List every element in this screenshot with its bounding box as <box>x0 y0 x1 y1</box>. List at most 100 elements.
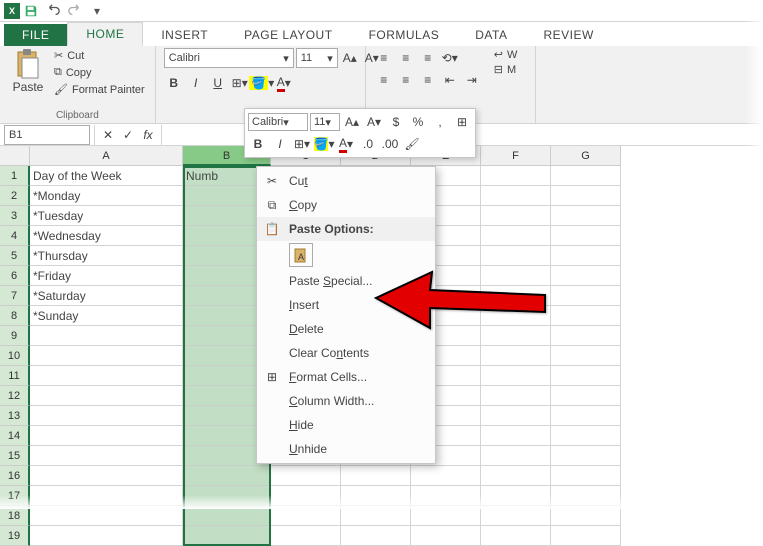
fx-icon[interactable]: fx <box>139 128 157 142</box>
cell-F18[interactable] <box>481 506 551 526</box>
cell-B18[interactable] <box>183 506 271 526</box>
cell-A11[interactable] <box>30 366 183 386</box>
cell-G1[interactable] <box>551 166 621 186</box>
decrease-indent-icon[interactable]: ⇤ <box>440 70 460 90</box>
align-center-icon[interactable]: ≡ <box>396 70 416 90</box>
cell-B17[interactable] <box>183 486 271 506</box>
cell-F1[interactable] <box>481 166 551 186</box>
cell-F9[interactable] <box>481 326 551 346</box>
undo-icon[interactable] <box>42 2 64 20</box>
cell-F17[interactable] <box>481 486 551 506</box>
row-header[interactable]: 3 <box>0 206 30 226</box>
cell-B19[interactable] <box>183 526 271 546</box>
cell-G18[interactable] <box>551 506 621 526</box>
row-header[interactable]: 7 <box>0 286 30 306</box>
tab-file[interactable]: FILE <box>4 24 67 46</box>
mini-size-select[interactable]: 11 ▾ <box>310 113 340 131</box>
mini-format-painter-icon[interactable]: 🖌 <box>402 134 422 154</box>
cell-E16[interactable] <box>411 466 481 486</box>
mini-dec-decimal-icon[interactable]: .0 <box>358 134 378 154</box>
cell-A17[interactable] <box>30 486 183 506</box>
tab-review[interactable]: REVIEW <box>525 24 611 46</box>
mini-comma-icon[interactable]: , <box>430 112 450 132</box>
row-header[interactable]: 16 <box>0 466 30 486</box>
align-bottom-icon[interactable]: ≡ <box>418 48 438 68</box>
copy-button[interactable]: ⧉Copy <box>52 65 147 80</box>
mini-bold-button[interactable]: B <box>248 134 268 154</box>
cell-E19[interactable] <box>411 526 481 546</box>
wrap-text-button[interactable]: ↩W <box>494 48 518 61</box>
cancel-icon[interactable]: ✕ <box>99 128 117 142</box>
row-header[interactable]: 14 <box>0 426 30 446</box>
ctx-unhide[interactable]: Unhide <box>257 437 435 461</box>
mini-fill-icon[interactable]: 🪣▾ <box>314 134 334 154</box>
cell-F12[interactable] <box>481 386 551 406</box>
tab-data[interactable]: DATA <box>457 24 525 46</box>
cell-C17[interactable] <box>271 486 341 506</box>
bold-button[interactable]: B <box>164 73 184 93</box>
row-header[interactable]: 1 <box>0 166 30 186</box>
align-top-icon[interactable]: ≡ <box>374 48 394 68</box>
paste-option-default[interactable]: A <box>289 243 313 267</box>
underline-button[interactable]: U <box>208 73 228 93</box>
increase-font-icon[interactable]: A▴ <box>340 48 360 68</box>
cell-D18[interactable] <box>341 506 411 526</box>
mini-font-select[interactable]: Calibri ▾ <box>248 113 308 131</box>
mini-font-color-icon[interactable]: A▾ <box>336 134 356 154</box>
cell-D16[interactable] <box>341 466 411 486</box>
cell-C19[interactable] <box>271 526 341 546</box>
cell-G11[interactable] <box>551 366 621 386</box>
ctx-column-width[interactable]: Column Width... <box>257 389 435 413</box>
cell-A8[interactable]: *Sunday <box>30 306 183 326</box>
ctx-cut[interactable]: ✂ Cut <box>257 169 435 193</box>
cell-E18[interactable] <box>411 506 481 526</box>
cell-F4[interactable] <box>481 226 551 246</box>
cell-B16[interactable] <box>183 466 271 486</box>
ctx-paste-special[interactable]: Paste Special... <box>257 269 435 293</box>
font-color-icon[interactable]: A▾ <box>274 73 294 93</box>
cell-G16[interactable] <box>551 466 621 486</box>
orientation-icon[interactable]: ⟲▾ <box>440 48 460 68</box>
fill-color-icon[interactable]: 🪣▾ <box>252 73 272 93</box>
cell-A1[interactable]: Day of the Week <box>30 166 183 186</box>
ctx-insert[interactable]: Insert <box>257 293 435 317</box>
cell-G17[interactable] <box>551 486 621 506</box>
ctx-hide[interactable]: Hide <box>257 413 435 437</box>
paste-button[interactable]: Paste <box>8 48 48 94</box>
row-header[interactable]: 6 <box>0 266 30 286</box>
cell-A2[interactable]: *Monday <box>30 186 183 206</box>
mini-italic-button[interactable]: I <box>270 134 290 154</box>
cell-F19[interactable] <box>481 526 551 546</box>
qat-dropdown-icon[interactable]: ▾ <box>86 2 108 20</box>
save-icon[interactable] <box>20 2 42 20</box>
name-box[interactable]: B1 <box>4 125 90 145</box>
cell-F5[interactable] <box>481 246 551 266</box>
cell-G19[interactable] <box>551 526 621 546</box>
column-header-a[interactable]: A <box>30 146 183 166</box>
cell-A12[interactable] <box>30 386 183 406</box>
cell-G9[interactable] <box>551 326 621 346</box>
cell-A6[interactable]: *Friday <box>30 266 183 286</box>
cell-D17[interactable] <box>341 486 411 506</box>
cell-D19[interactable] <box>341 526 411 546</box>
cell-A7[interactable]: *Saturday <box>30 286 183 306</box>
cell-A4[interactable]: *Wednesday <box>30 226 183 246</box>
row-header[interactable]: 12 <box>0 386 30 406</box>
cell-A15[interactable] <box>30 446 183 466</box>
mini-inc-decimal-icon[interactable]: .00 <box>380 134 400 154</box>
mini-decrease-font-icon[interactable]: A▾ <box>364 112 384 132</box>
row-header[interactable]: 18 <box>0 506 30 526</box>
font-size-select[interactable]: 11▾ <box>296 48 338 68</box>
ctx-format-cells[interactable]: ⊞ Format Cells... <box>257 365 435 389</box>
cell-F15[interactable] <box>481 446 551 466</box>
ctx-clear-contents[interactable]: Clear Contents <box>257 341 435 365</box>
mini-increase-font-icon[interactable]: A▴ <box>342 112 362 132</box>
tab-home[interactable]: HOME <box>67 22 143 46</box>
mini-format-icon[interactable]: ⊞ <box>452 112 472 132</box>
cell-A5[interactable]: *Thursday <box>30 246 183 266</box>
cell-A13[interactable] <box>30 406 183 426</box>
cell-E17[interactable] <box>411 486 481 506</box>
ctx-delete[interactable]: Delete <box>257 317 435 341</box>
cell-G2[interactable] <box>551 186 621 206</box>
tab-formulas[interactable]: FORMULAS <box>351 24 458 46</box>
